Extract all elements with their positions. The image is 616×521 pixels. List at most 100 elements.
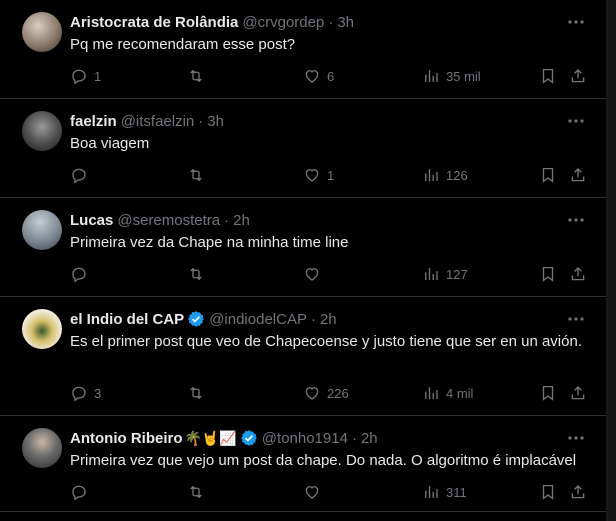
author-handle[interactable]: @seremostetra — [117, 212, 220, 229]
more-options-icon[interactable] — [566, 309, 586, 329]
tweet-actions: 1 126 — [0, 165, 606, 185]
reply-tweet[interactable]: el Indio del CAP @indiodelCAP · 2h Es el… — [0, 297, 606, 416]
avatar[interactable] — [22, 309, 62, 349]
author-name[interactable]: faelzin — [70, 113, 117, 130]
reply-button[interactable]: 1 — [70, 66, 101, 86]
bookmark-button[interactable] — [539, 383, 557, 403]
more-options-icon[interactable] — [566, 428, 586, 448]
share-icon — [571, 386, 585, 400]
display-name-emojis: 🌴🤘📈 — [184, 429, 237, 446]
like-button[interactable] — [303, 264, 327, 284]
author-name[interactable]: el Indio del CAP — [70, 311, 184, 328]
tweet-header: Aristocrata de Rolândia @crvgordep · 3h — [70, 12, 354, 32]
more-options-icon[interactable] — [566, 210, 586, 230]
bookmark-button[interactable] — [539, 482, 557, 502]
like-count: 6 — [327, 68, 335, 84]
retweet-icon — [190, 267, 202, 281]
tweet-header: faelzin @itsfaelzin · 3h — [70, 111, 224, 131]
retweet-button[interactable] — [187, 264, 211, 284]
reply-button[interactable] — [70, 165, 94, 185]
author-handle[interactable]: @itsfaelzin — [121, 113, 195, 130]
bookmark-button[interactable] — [539, 66, 557, 86]
avatar[interactable] — [22, 111, 62, 151]
separator-dot: · — [198, 112, 204, 130]
reply-tweet[interactable]: Antonio Ribeiro 🌴🤘📈 @tonho1914 · 2h Prim… — [0, 416, 606, 512]
share-icon — [571, 267, 585, 281]
verified-badge-icon[interactable] — [240, 429, 258, 447]
share-icon — [571, 485, 585, 499]
bookmark-icon — [542, 266, 554, 282]
retweet-button[interactable] — [187, 66, 211, 86]
retweet-button[interactable] — [187, 482, 211, 502]
reply-count: 1 — [94, 68, 102, 84]
share-button[interactable] — [569, 482, 587, 502]
timestamp[interactable]: 2h — [361, 430, 378, 447]
reply-tweet[interactable]: faelzin @itsfaelzin · 3h Boa viagem 1 12… — [0, 99, 606, 198]
reply-tweet[interactable]: Aristocrata de Rolândia @crvgordep · 3h … — [0, 0, 606, 99]
reply-icon — [72, 485, 86, 501]
tweet-text: Primeira vez que vejo um post da chape. … — [70, 452, 577, 469]
view-count: 311 — [446, 484, 467, 500]
like-button[interactable] — [303, 482, 327, 502]
tweet-text: Primeira vez da Chape na minha time line — [70, 234, 349, 251]
tweet-actions: 311 — [0, 482, 606, 502]
tweet-header: el Indio del CAP @indiodelCAP · 2h — [70, 309, 337, 329]
avatar[interactable] — [22, 210, 62, 250]
share-button[interactable] — [569, 66, 587, 86]
like-button[interactable]: 1 — [303, 165, 334, 185]
reply-tweet[interactable]: Lucas @seremostetra · 2h Primeira vez da… — [0, 198, 606, 297]
views-button[interactable]: 311 — [422, 482, 467, 502]
share-button[interactable] — [569, 383, 587, 403]
like-button[interactable]: 6 — [303, 66, 334, 86]
share-button[interactable] — [569, 264, 587, 284]
retweet-icon — [190, 69, 202, 83]
retweet-icon — [190, 386, 202, 400]
reply-count: 3 — [94, 385, 102, 401]
views-button[interactable]: 35 mil — [422, 66, 481, 86]
reply-button[interactable] — [70, 264, 94, 284]
share-icon — [571, 69, 585, 83]
author-handle[interactable]: @tonho1914 — [262, 430, 348, 447]
bookmark-button[interactable] — [539, 165, 557, 185]
reply-button[interactable]: 3 — [70, 383, 101, 403]
author-name[interactable]: Aristocrata de Rolândia — [70, 14, 238, 31]
author-handle[interactable]: @indiodelCAP — [209, 311, 307, 328]
analytics-icon — [425, 486, 438, 498]
analytics-icon — [425, 268, 438, 280]
view-count: 4 mil — [446, 385, 474, 401]
retweet-button[interactable] — [187, 383, 211, 403]
timestamp[interactable]: 2h — [233, 212, 250, 229]
reply-feed: Aristocrata de Rolândia @crvgordep · 3h … — [0, 0, 606, 521]
like-button[interactable]: 226 — [303, 383, 349, 403]
author-name[interactable]: Lucas — [70, 212, 113, 229]
timestamp[interactable]: 2h — [320, 311, 337, 328]
more-options-icon[interactable] — [566, 12, 586, 32]
reply-icon — [72, 267, 86, 283]
tweet-header: Lucas @seremostetra · 2h — [70, 210, 250, 230]
separator-dot: · — [328, 13, 334, 31]
avatar[interactable] — [22, 428, 62, 468]
analytics-icon — [425, 169, 438, 181]
views-button[interactable]: 126 — [422, 165, 468, 185]
scrollbar[interactable] — [606, 0, 616, 521]
views-button[interactable]: 127 — [422, 264, 468, 284]
views-button[interactable]: 4 mil — [422, 383, 473, 403]
author-name[interactable]: Antonio Ribeiro — [70, 430, 183, 447]
more-options-icon[interactable] — [566, 111, 586, 131]
bookmark-icon — [542, 385, 554, 401]
bookmark-button[interactable] — [539, 264, 557, 284]
reply-button[interactable] — [70, 482, 94, 502]
author-handle[interactable]: @crvgordep — [242, 14, 324, 31]
retweet-button[interactable] — [187, 165, 211, 185]
tweet-header: Antonio Ribeiro 🌴🤘📈 @tonho1914 · 2h — [70, 428, 378, 448]
heart-icon — [305, 486, 319, 499]
heart-icon — [305, 169, 319, 182]
like-count: 226 — [327, 385, 349, 401]
share-button[interactable] — [569, 165, 587, 185]
avatar[interactable] — [22, 12, 62, 52]
timestamp[interactable]: 3h — [207, 113, 224, 130]
reply-icon — [72, 168, 86, 184]
verified-badge-icon[interactable] — [187, 310, 205, 328]
tweet-text: Pq me recomendaram esse post? — [70, 36, 296, 53]
timestamp[interactable]: 3h — [337, 14, 354, 31]
